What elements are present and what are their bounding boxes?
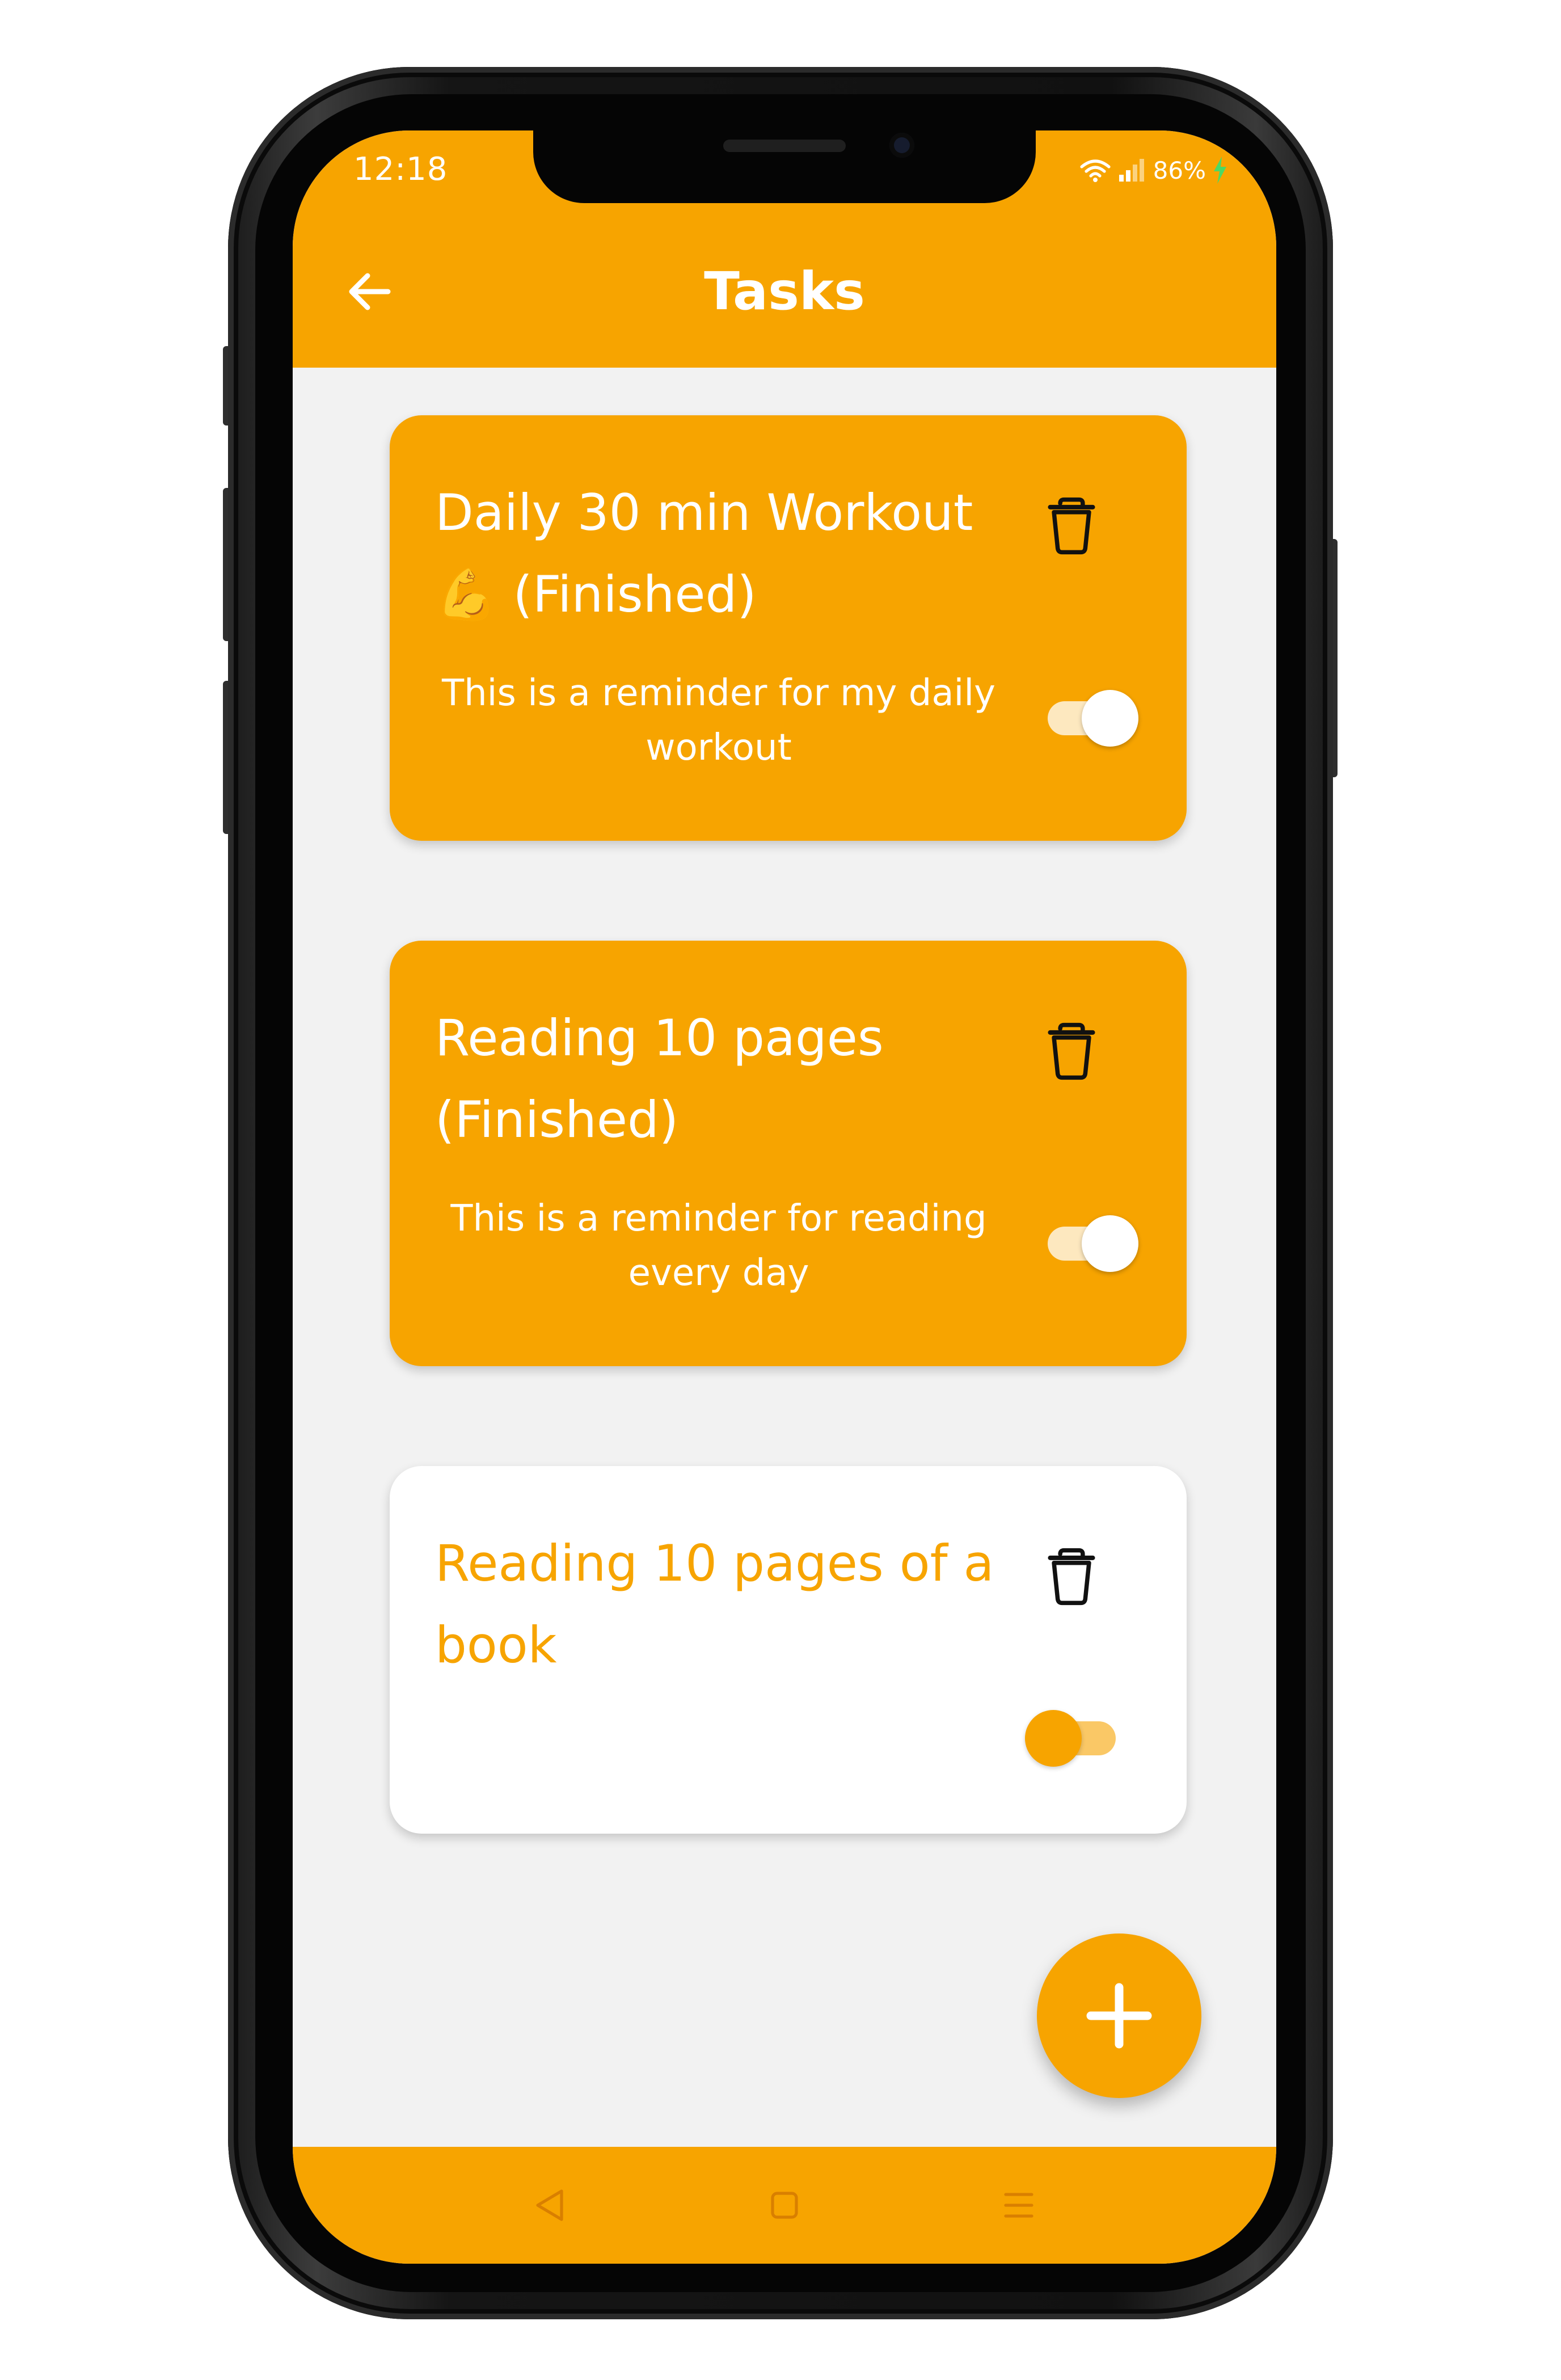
notch xyxy=(533,130,1036,203)
charging-icon xyxy=(1214,157,1226,184)
task-card[interactable]: Reading 10 pages (Finished) This is a re… xyxy=(390,941,1187,1366)
toggle-knob xyxy=(1025,1710,1082,1767)
back-triangle-icon[interactable] xyxy=(530,2185,569,2225)
task-toggle[interactable] xyxy=(1048,690,1138,747)
earpiece-speaker xyxy=(723,140,846,152)
battery-level: 86% xyxy=(1153,156,1206,184)
toggle-knob xyxy=(1082,1215,1138,1272)
app-bar: 12:18 86% Tasks xyxy=(293,130,1276,368)
plus-icon xyxy=(1086,1983,1152,2049)
front-camera xyxy=(889,133,914,158)
add-task-button[interactable] xyxy=(1037,1934,1201,2098)
trash-icon[interactable] xyxy=(1041,1021,1102,1081)
task-title: Daily 30 min Workout 💪 (Finished) xyxy=(435,483,973,624)
task-title: Reading 10 pages of a book xyxy=(435,1534,994,1674)
signal-icon xyxy=(1119,159,1144,182)
page-title: Tasks xyxy=(704,261,865,322)
task-toggle[interactable] xyxy=(1048,1215,1138,1272)
trash-icon[interactable] xyxy=(1041,1547,1102,1607)
task-description: This is a reminder for my daily workout xyxy=(442,672,995,769)
task-card[interactable]: Reading 10 pages of a book xyxy=(390,1466,1187,1834)
task-toggle[interactable] xyxy=(1025,1710,1116,1767)
task-card[interactable]: Daily 30 min Workout 💪 (Finished) This i… xyxy=(390,415,1187,841)
task-description: This is a reminder for reading every day xyxy=(450,1198,987,1294)
system-nav-bar xyxy=(293,2147,1276,2264)
trash-icon[interactable] xyxy=(1041,496,1102,556)
status-time: 12:18 xyxy=(353,151,448,188)
wifi-icon xyxy=(1080,159,1111,182)
status-icons: 86% xyxy=(1079,153,1227,187)
phone-screen: 12:18 86% Tasks Daily 30 min Workout 💪 (… xyxy=(293,130,1276,2264)
task-title: Reading 10 pages (Finished) xyxy=(435,1009,884,1149)
menu-lines-icon[interactable] xyxy=(999,2185,1039,2225)
home-square-icon[interactable] xyxy=(765,2185,804,2225)
toggle-knob xyxy=(1082,690,1138,747)
